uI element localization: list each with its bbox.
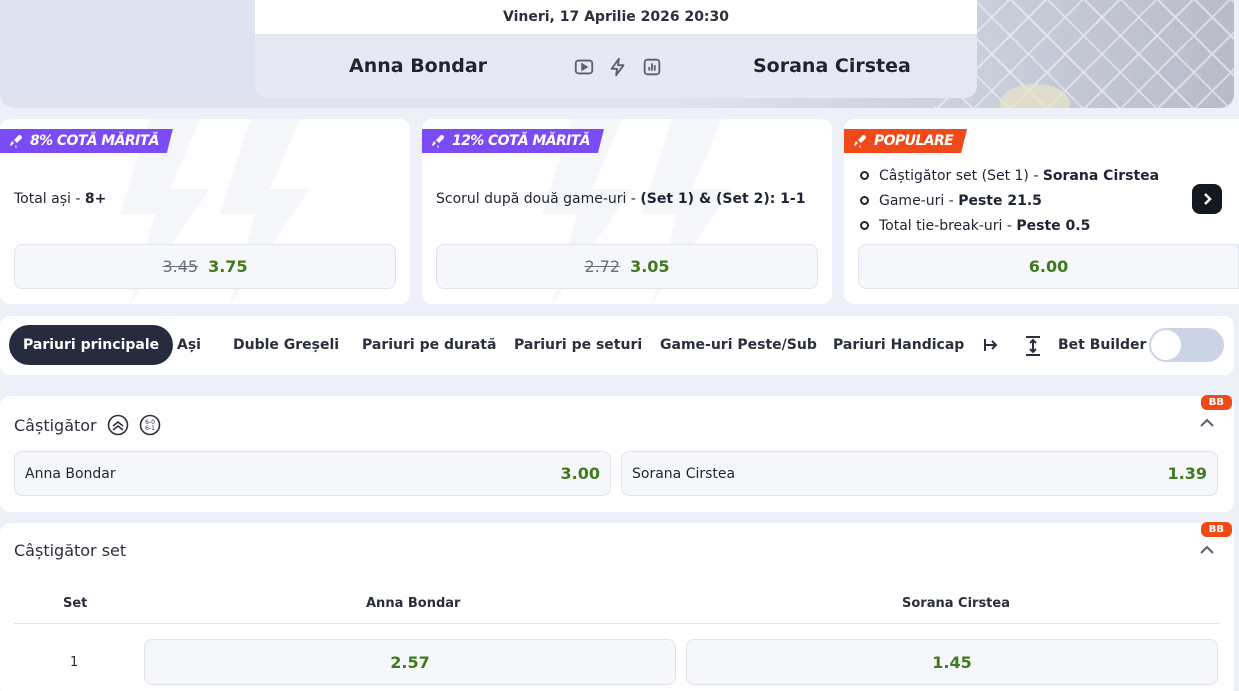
selection-name: Sorana Cirstea [632,465,736,482]
boosted-odd: 3.75 [208,257,248,276]
boosted-odds-tag: 8% COTĂ MĂRITĂ [0,129,173,153]
stats-icon[interactable] [641,56,663,78]
combo-odd: 6.00 [1028,257,1069,276]
old-odd: 3.45 [162,257,199,276]
scroll-tabs-arrow-icon[interactable] [983,336,999,354]
leg-selection: Peste 21.5 [958,192,1042,209]
leg-market: Total tie-break-uri - [879,217,1017,234]
bullet-icon [860,171,869,180]
tab-games-over-under[interactable]: Game-uri Peste/Sub [660,325,817,365]
market-tabs: Pariuri principale Ași Duble Greșeli Par… [0,316,1234,375]
bullet-icon [860,221,869,230]
match-teams: Anna Bondar Sorana Cirstea [255,34,977,98]
selection-name: Anna Bondar [25,465,116,482]
home-player: Anna Bondar [349,55,488,77]
toggle-knob [1151,330,1181,360]
rocket-icon [8,133,24,149]
promo-market: Total ași - [14,191,85,207]
away-player: Sorana Cirstea [753,55,911,77]
market-set-winner: BB Câștigător set Set Anna Bondar Sorana… [0,522,1234,691]
flame-rocket-icon [852,133,868,149]
column-header-away: Sorana Cirstea [902,596,1010,611]
promo-description: Total ași - 8+ [14,191,106,207]
promo-card-popular: POPULARE Câștigător set (Set 1) - Sorana… [844,119,1239,304]
boosted-odd: 3.05 [630,257,670,276]
set-number: 1 [70,655,79,670]
chevron-up-icon[interactable] [1200,418,1214,428]
tab-handicap[interactable]: Pariuri Handicap [833,325,964,365]
rocket-icon [430,133,446,149]
selection-button[interactable]: Anna Bondar 3.00 [14,451,611,496]
old-odd: 2.72 [584,257,621,276]
list-item: Game-uri - Peste 21.5 [860,188,1159,213]
bet-builder-badge: BB [1200,522,1232,537]
promo-odd-button[interactable]: 2.72 3.05 [436,244,818,289]
selection-odd: 3.00 [560,464,600,483]
leg-market: Câștigător set (Set 1) - [879,167,1043,184]
selection-button[interactable]: Sorana Cirstea 1.39 [621,451,1218,496]
market-title[interactable]: Câștigător set [14,541,126,560]
tab-aces[interactable]: Ași [177,325,201,365]
lightning-icon[interactable] [607,56,629,78]
market-title[interactable]: Câștigător 6-0 6-1 [14,414,161,436]
bet-builder-label: Bet Builder [1058,337,1147,353]
tab-sets[interactable]: Pariuri pe seturi [514,325,642,365]
market-title-label: Câștigător [14,415,97,435]
column-header-set: Set [63,596,88,611]
set-odd-button[interactable]: 1.45 [686,639,1218,685]
expand-vertical-icon[interactable] [1023,335,1043,357]
match-header: Vineri, 17 Aprilie 2026 20:30 Anna Bonda… [255,0,977,98]
event-datetime: Vineri, 17 Aprilie 2026 20:30 [255,0,977,34]
bet-builder-badge: BB [1200,395,1232,410]
bet-builder-toggle[interactable] [1149,328,1224,362]
svg-text:6-1: 6-1 [145,425,155,432]
promo-selection: (Set 1) & (Set 2): 1-1 [640,191,806,207]
list-item: Total tie-break-uri - Peste 0.5 [860,213,1159,238]
score-badge-icon: 6-06-1 [139,414,160,436]
leg-market: Game-uri - [879,192,959,209]
promo-tag-label: 12% COTĂ MĂRITĂ [452,133,590,149]
play-video-icon[interactable] [573,56,595,78]
list-item: Câștigător set (Set 1) - Sorana Cirstea [860,163,1159,188]
tennis-net-background [934,0,1234,108]
header-divider [14,623,1220,624]
promo-description: Scorul după două game-uri - (Set 1) & (S… [436,191,805,207]
popular-tag: POPULARE [844,129,967,153]
column-header-home: Anna Bondar [366,596,461,611]
market-title-label: Câștigător set [14,541,127,560]
chevron-right-icon [1204,193,1212,205]
popular-legs: Câștigător set (Set 1) - Sorana Cirstea … [860,163,1159,238]
promo-market: Scorul după două game-uri - [436,191,641,207]
boosted-odds-tag: 12% COTĂ MĂRITĂ [422,129,604,153]
leg-selection: Peste 0.5 [1016,217,1091,234]
leg-selection: Sorana Cirstea [1042,167,1160,184]
market-winner: BB Câștigător 6-0 6-1 Anna Bondar 3.00 So… [0,395,1234,512]
promo-card-1: 8% COTĂ MĂRITĂ Total ași - 8+ 3.45 3.75 [0,119,410,304]
promo-card-2: 12% COTĂ MĂRITĂ Scorul după două game-ur… [422,119,832,304]
tab-duration[interactable]: Pariuri pe durată [362,325,496,365]
promo-selection: 8+ [84,191,107,207]
promo-tag-label: 8% COTĂ MĂRITĂ [30,133,159,149]
chevron-up-icon[interactable] [1200,545,1214,555]
selection-odd: 1.39 [1167,464,1207,483]
bullet-icon [860,196,869,205]
promo-odd-button[interactable]: 3.45 3.75 [14,244,396,289]
tab-main-bets[interactable]: Pariuri principale [9,325,174,365]
tab-double-faults[interactable]: Duble Greșeli [233,325,339,365]
next-promo-button[interactable] [1192,184,1222,214]
promo-tag-label: POPULARE [874,133,954,149]
match-icons [573,56,663,78]
set-odd-button[interactable]: 2.57 [144,639,676,685]
boost-badge-icon [107,414,128,436]
promo-odd-button[interactable]: 6.00 [858,244,1239,289]
